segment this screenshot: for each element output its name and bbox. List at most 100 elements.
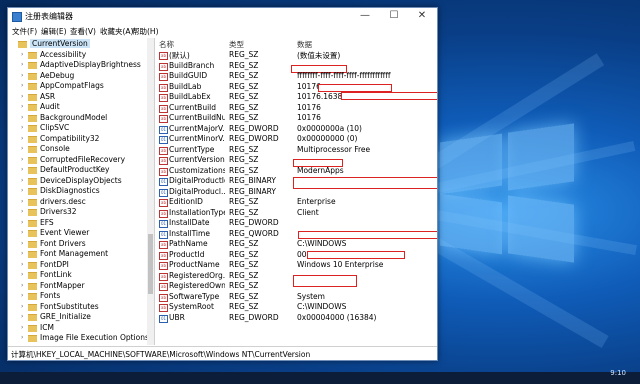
registry-value-row[interactable]: ab PathName REG_SZ C:\WINDOWS (155, 239, 437, 250)
scrollbar-thumb[interactable] (148, 234, 153, 294)
chevron-right-icon[interactable]: › (21, 345, 23, 346)
tree-item[interactable]: › AeDebug (8, 71, 148, 82)
registry-value-row[interactable]: ab CurrentVersion REG_SZ (155, 155, 437, 167)
registry-key-tree[interactable]: CurrentVersion › Accessibility › AdaptiveDis… (8, 38, 155, 345)
tree-item-selected[interactable]: CurrentVersion (8, 39, 148, 50)
chevron-right-icon[interactable]: › (21, 282, 23, 289)
registry-value-row[interactable]: abCurrentBuildNu... REG_SZ 10176 (155, 113, 437, 124)
column-header-name[interactable]: 名称 (159, 39, 174, 50)
registry-value-row[interactable]: 01 InstallTime REG_QWORD (155, 229, 437, 240)
registry-value-row[interactable]: ab BuildLabEx REG_SZ 10176.16384 (155, 92, 437, 103)
tree-item[interactable]: › DiskDiagnostics (8, 186, 148, 197)
chevron-right-icon[interactable]: › (21, 313, 23, 320)
chevron-right-icon[interactable]: › (21, 261, 23, 268)
tree-item[interactable]: › AppCompatFlags (8, 81, 148, 92)
registry-value-row[interactable]: ab ProductName REG_SZ Windows 10 Enterprise (155, 260, 437, 271)
tree-item[interactable]: › FontSubstitutes (8, 302, 148, 313)
chevron-right-icon[interactable]: › (21, 61, 23, 68)
chevron-right-icon[interactable]: › (21, 198, 23, 205)
chevron-right-icon[interactable]: › (21, 187, 23, 194)
registry-value-row[interactable]: ab ProductId REG_SZ 00 (155, 250, 437, 261)
chevron-right-icon[interactable]: › (21, 324, 23, 331)
tree-item[interactable]: › Font Drivers (8, 239, 148, 250)
title-bar[interactable]: 注册表编辑器 — ☐ ✕ (8, 8, 437, 24)
chevron-right-icon[interactable]: › (21, 219, 23, 226)
registry-value-row[interactable]: ab BuildGUID REG_SZ ffffffff-ffff-ffff-ffff… (155, 71, 437, 82)
menu-help[interactable]: 帮助(H) (132, 26, 159, 37)
registry-values-list[interactable]: 名称 类型 数据 ab (默认) REG_SZ (数值未设置) ab BuildBranc… (155, 38, 437, 345)
tree-item[interactable]: › Fonts (8, 291, 148, 302)
menu-edit[interactable]: 编辑(E) (41, 26, 67, 37)
tree-item[interactable]: › ASR (8, 92, 148, 103)
registry-value-row[interactable]: 01 CurrentMinorV... REG_DWORD 0x00000000 (0… (155, 134, 437, 145)
tree-scrollbar[interactable] (147, 38, 154, 345)
chevron-right-icon[interactable]: › (21, 135, 23, 142)
menu-favorites[interactable]: 收藏夹(A) (100, 26, 133, 37)
registry-value-row[interactable]: ab BuildLab REG_SZ 10176. (155, 82, 437, 93)
registry-value-row[interactable]: ab Customizations REG_SZ ModernApps (155, 166, 437, 177)
column-header-data[interactable]: 数据 (297, 39, 312, 50)
chevron-right-icon[interactable]: › (21, 229, 23, 236)
tree-item[interactable]: › drivers.desc (8, 197, 148, 208)
column-header-type[interactable]: 类型 (229, 39, 244, 50)
tree-item[interactable]: › CorruptedFileRecovery (8, 155, 148, 166)
registry-value-row[interactable]: ab SystemRoot REG_SZ C:\WINDOWS (155, 302, 437, 313)
tree-item[interactable]: › Compatibility32 (8, 134, 148, 145)
tree-item[interactable]: › AdaptiveDisplayBrightness (8, 60, 148, 71)
tree-item[interactable]: › FontMapper (8, 281, 148, 292)
registry-value-row[interactable]: 01 DigitalProductId REG_BINARY (155, 176, 437, 189)
chevron-right-icon[interactable]: › (21, 166, 23, 173)
registry-value-row[interactable]: ab RegisteredOrg... REG_SZ (155, 271, 437, 287)
tree-item[interactable]: › Audit (8, 102, 148, 113)
tree-item[interactable]: › Console (8, 144, 148, 155)
close-button[interactable]: ✕ (408, 8, 436, 24)
tree-item[interactable]: › Event Viewer (8, 228, 148, 239)
chevron-right-icon[interactable]: › (21, 240, 23, 247)
registry-value-row[interactable]: ab (默认) REG_SZ (数值未设置) (155, 50, 437, 61)
registry-value-row[interactable]: 01 UBR REG_DWORD 0x00004000 (16384) (155, 313, 437, 324)
tree-item[interactable]: › DefaultProductKey (8, 165, 148, 176)
chevron-right-icon[interactable]: › (21, 124, 23, 131)
tree-item[interactable]: › BackgroundModel (8, 113, 148, 124)
chevron-right-icon[interactable]: › (21, 334, 23, 341)
registry-value-row[interactable]: ab InstallationType REG_SZ Client (155, 208, 437, 219)
maximize-button[interactable]: ☐ (380, 8, 408, 24)
chevron-right-icon[interactable]: › (21, 72, 23, 79)
registry-value-row[interactable]: ab SoftwareType REG_SZ System (155, 292, 437, 303)
chevron-right-icon[interactable]: › (21, 82, 23, 89)
registry-value-row[interactable]: ab EditionID REG_SZ Enterprise (155, 197, 437, 208)
registry-value-row[interactable]: 01 DigitalProducl... REG_BINARY (155, 187, 437, 198)
minimize-button[interactable]: — (351, 8, 379, 24)
tree-item[interactable]: › FontLink (8, 270, 148, 281)
menu-view[interactable]: 查看(V) (70, 26, 96, 37)
chevron-right-icon[interactable]: › (21, 208, 23, 215)
tree-item[interactable]: › Accessibility (8, 50, 148, 61)
taskbar-clock[interactable]: 9:10 (610, 369, 626, 377)
chevron-right-icon[interactable]: › (21, 303, 23, 310)
tree-item[interactable]: › Font Management (8, 249, 148, 260)
registry-value-row[interactable]: 01 InstallDate REG_DWORD (155, 218, 437, 229)
tree-item[interactable]: › Drivers32 (8, 207, 148, 218)
chevron-right-icon[interactable]: › (21, 51, 23, 58)
chevron-right-icon[interactable]: › (21, 145, 23, 152)
tree-item[interactable]: › ICM (8, 323, 148, 334)
registry-value-row[interactable]: ab CurrentBuild REG_SZ 10176 (155, 103, 437, 114)
chevron-right-icon[interactable]: › (21, 177, 23, 184)
tree-item[interactable]: › IniFileMapping (8, 344, 148, 346)
menu-file[interactable]: 文件(F) (12, 26, 37, 37)
tree-item[interactable]: › DeviceDisplayObjects (8, 176, 148, 187)
registry-value-row[interactable]: ab CurrentType REG_SZ Multiprocessor Free (155, 145, 437, 156)
tree-item[interactable]: › GRE_Initialize (8, 312, 148, 323)
chevron-right-icon[interactable]: › (21, 156, 23, 163)
tree-item[interactable]: › EFS (8, 218, 148, 229)
chevron-right-icon[interactable]: › (21, 114, 23, 121)
registry-value-row[interactable]: ab BuildBranch REG_SZ (155, 61, 437, 73)
chevron-right-icon[interactable]: › (21, 250, 23, 257)
chevron-right-icon[interactable]: › (21, 103, 23, 110)
tree-item[interactable]: › FontDPI (8, 260, 148, 271)
chevron-right-icon[interactable]: › (21, 93, 23, 100)
chevron-right-icon[interactable]: › (21, 271, 23, 278)
tree-item[interactable]: › ClipSVC (8, 123, 148, 134)
tree-item[interactable]: › Image File Execution Options (8, 333, 149, 344)
registry-value-row[interactable]: abRegisteredOwn... REG_SZ (155, 281, 437, 292)
